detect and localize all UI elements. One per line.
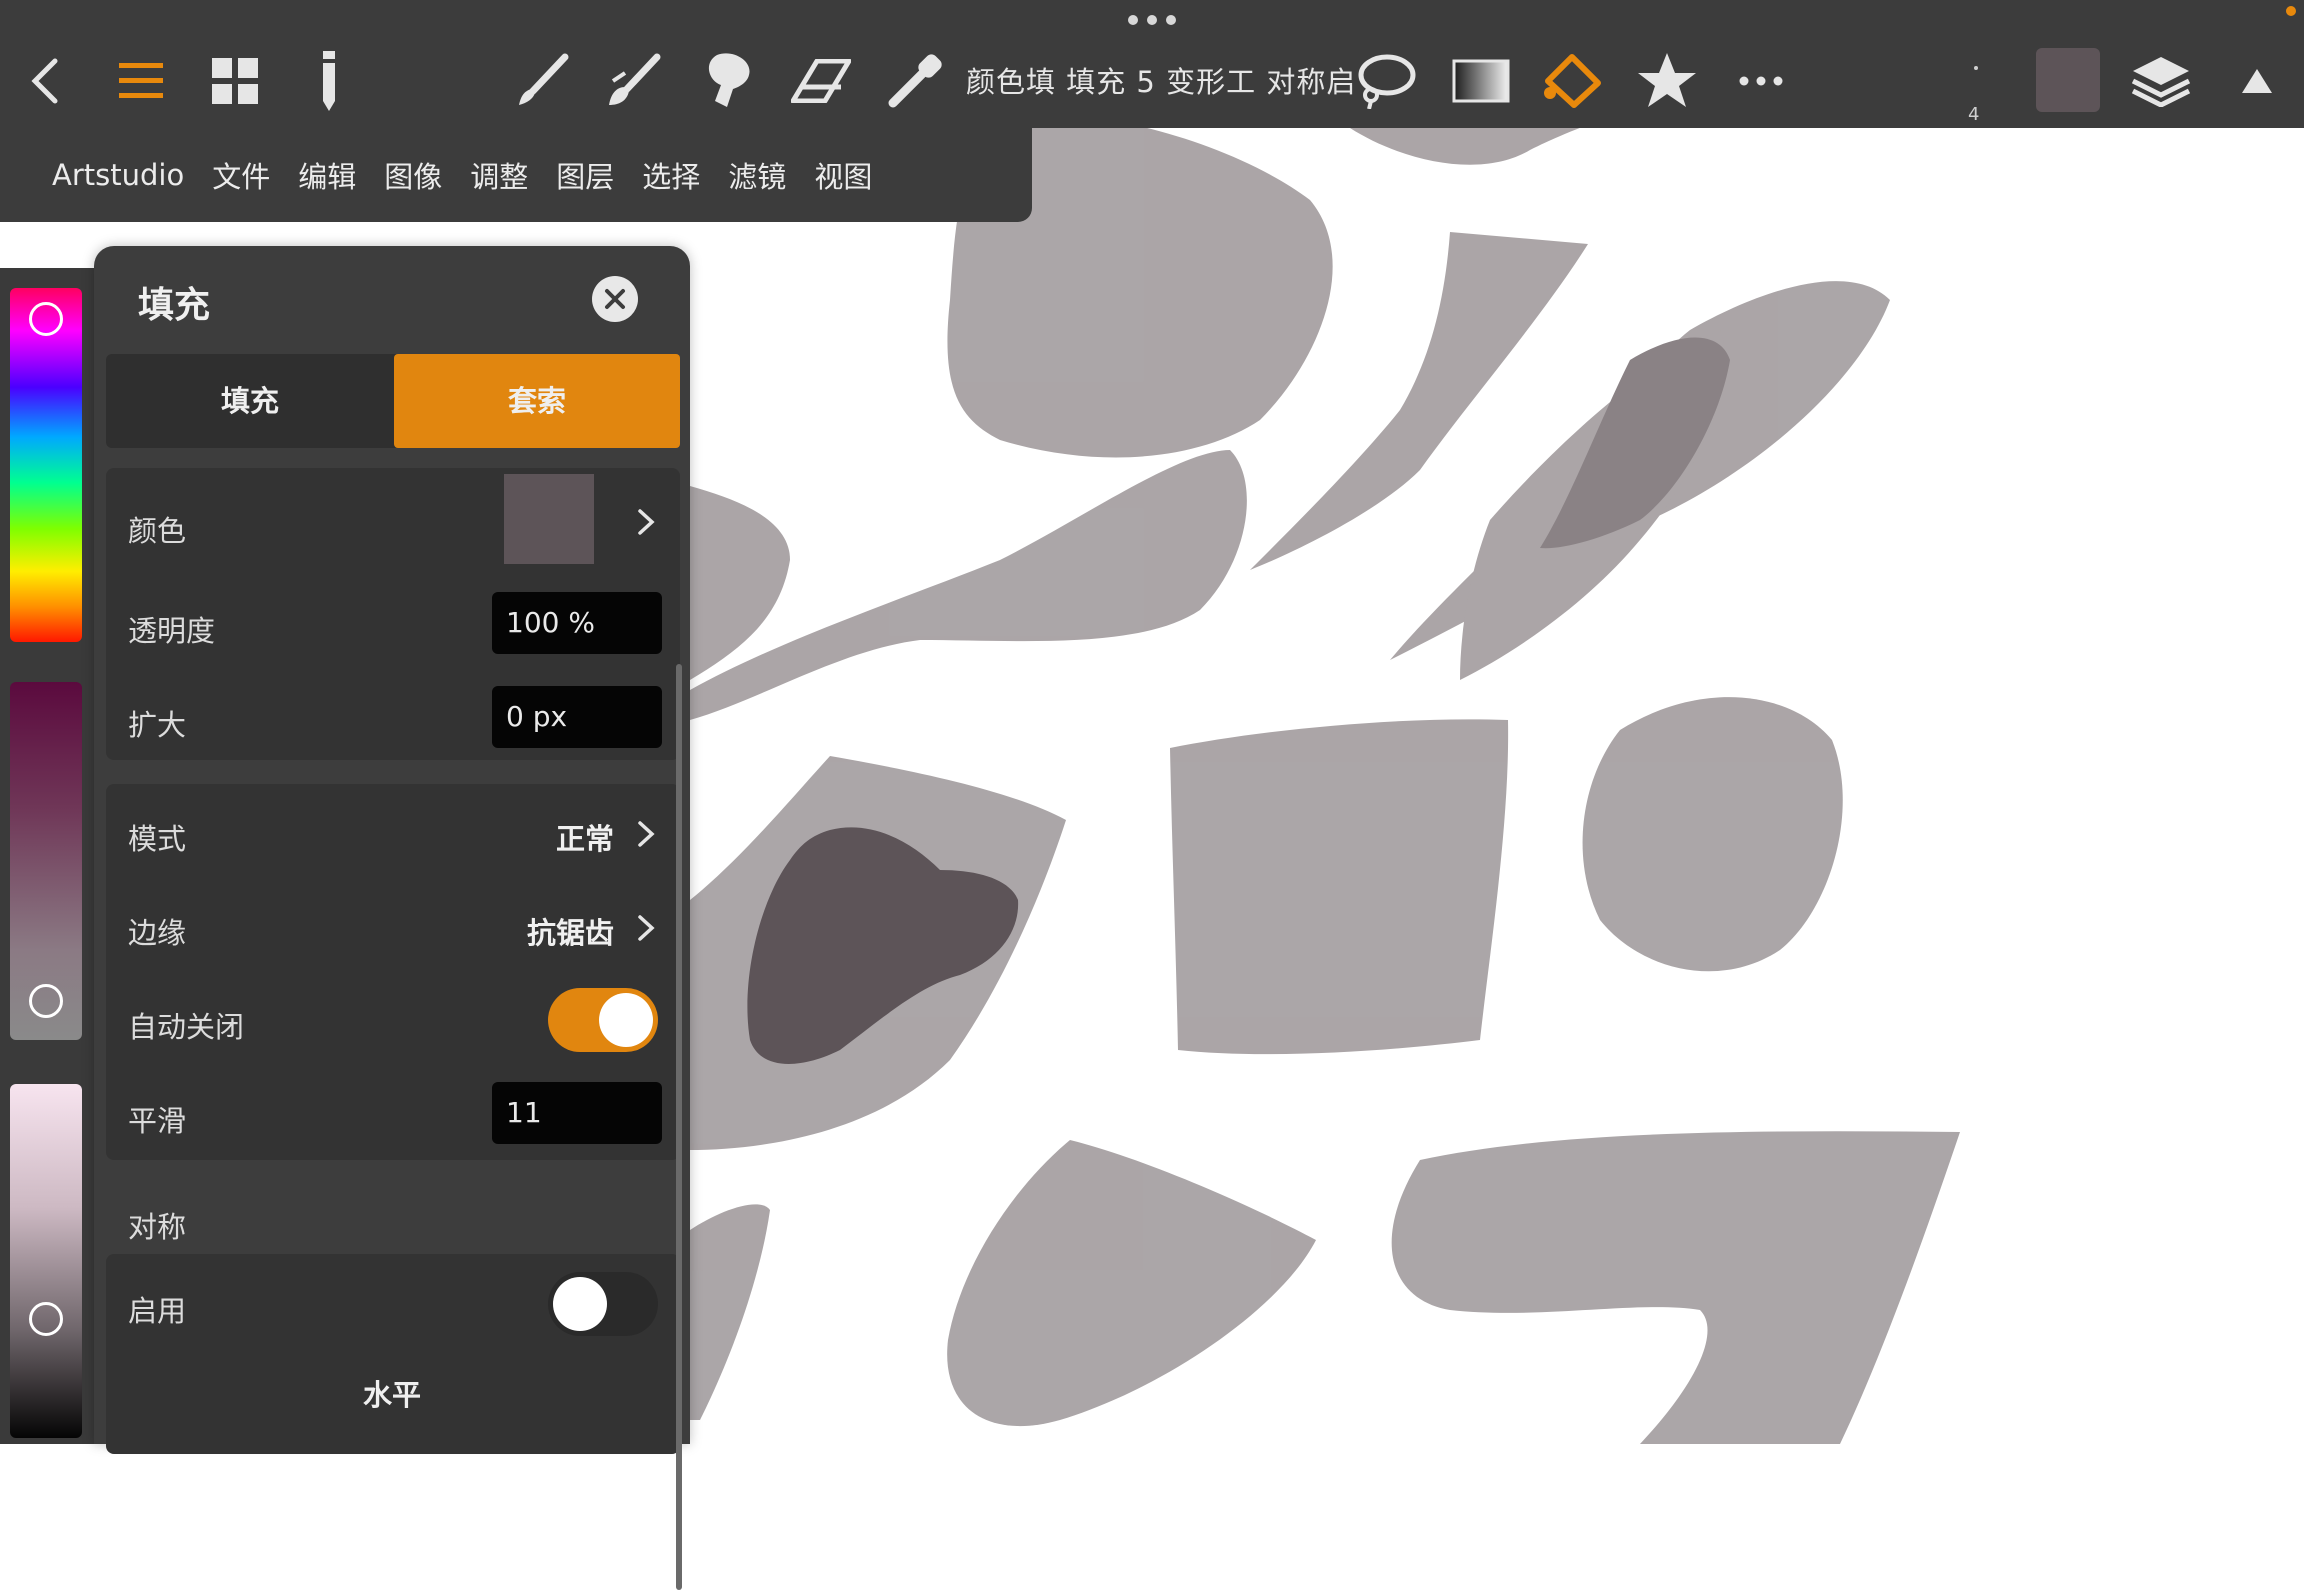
eyedropper-icon[interactable] [884, 50, 946, 112]
quick-tool-labels[interactable]: 颜色填 填充 5 变形工 对称启 [966, 60, 1356, 104]
menu-item-file[interactable]: 文件 [212, 154, 270, 196]
edge-value[interactable]: 抗锯齿 [527, 910, 614, 952]
menu-item-edit[interactable]: 编辑 [298, 154, 356, 196]
lasso-icon[interactable] [1356, 50, 1418, 112]
gradient-icon[interactable] [1450, 50, 1512, 112]
panel-scrollbar[interactable] [676, 664, 682, 1590]
chevron-right-icon[interactable] [632, 508, 660, 536]
chevron-right-icon[interactable] [632, 820, 660, 848]
saturation-knob[interactable] [29, 984, 63, 1018]
menu-item-view[interactable]: 视图 [814, 154, 872, 196]
star-icon[interactable] [1636, 50, 1698, 112]
menu-item-select[interactable]: 选择 [642, 154, 700, 196]
tab-fill[interactable]: 填充 [106, 354, 394, 448]
enable-label: 启用 [128, 1294, 187, 1328]
grid-icon[interactable] [204, 50, 266, 112]
window-handle-icon[interactable] [1128, 14, 1176, 26]
color-label: 颜色 [128, 514, 187, 548]
shape-square [1170, 719, 1509, 1055]
more-icon[interactable] [1730, 50, 1792, 112]
autoclose-label: 自动关闭 [128, 1010, 245, 1044]
smooth-field[interactable]: 11 [492, 1082, 662, 1144]
autoclose-toggle[interactable] [548, 988, 658, 1052]
top-toolbar: 颜色填 填充 5 变形工 对称启 4 [0, 0, 2304, 128]
tab-lasso[interactable]: 套索 [394, 354, 680, 448]
status-dot-icon [2286, 6, 2296, 16]
fill-panel: 填充 填充 套索 颜色 透明度 100 % 扩大 0 px 模式 正常 边缘 抗… [94, 246, 690, 1590]
symmetry-group: 启用 [106, 1254, 680, 1454]
hue-slider[interactable] [10, 288, 82, 642]
symmetry-section-label: 对称 [128, 1210, 187, 1244]
expand-label: 扩大 [128, 708, 187, 742]
mode-label: 模式 [128, 822, 187, 856]
horizontal-option[interactable]: 水平 [94, 1372, 690, 1414]
lasso-settings-group: 模式 正常 边缘 抗锯齿 自动关闭 平滑 11 [106, 784, 680, 1160]
brightness-slider[interactable] [10, 1084, 82, 1438]
stamp-icon[interactable] [696, 50, 758, 112]
brightness-knob[interactable] [29, 1302, 63, 1336]
pen-icon[interactable] [298, 50, 360, 112]
fill-color-swatch[interactable] [504, 474, 594, 564]
smudge-brush-icon[interactable] [602, 50, 664, 112]
menu-item-image[interactable]: 图像 [384, 154, 442, 196]
opacity-field[interactable]: 100 % [492, 592, 662, 654]
chevron-right-icon[interactable] [632, 914, 660, 942]
eraser-icon[interactable] [790, 50, 852, 112]
opacity-label: 透明度 [128, 614, 216, 648]
close-button[interactable] [592, 276, 638, 322]
symmetry-enable-toggle[interactable] [548, 1272, 658, 1336]
panel-title: 填充 [138, 285, 211, 326]
menu-icon[interactable] [110, 50, 172, 112]
layer-indicator-dot [1974, 66, 1978, 70]
smooth-label: 平滑 [128, 1104, 187, 1138]
back-icon[interactable] [14, 50, 76, 112]
menu-item-filters[interactable]: 滤镜 [728, 154, 786, 196]
collapse-icon[interactable] [2226, 50, 2288, 112]
layer-count: 4 [1968, 104, 1980, 125]
menu-item-layers[interactable]: 图层 [556, 154, 614, 196]
menu-item-adjust[interactable]: 调整 [470, 154, 528, 196]
fill-bucket-icon[interactable] [1542, 50, 1604, 112]
fill-mode-tabs: 填充 套索 [106, 354, 680, 448]
hue-knob[interactable] [29, 302, 63, 336]
layers-icon[interactable] [2130, 50, 2192, 112]
close-icon [605, 289, 625, 309]
menu-item-artstudio[interactable]: Artstudio [52, 158, 184, 192]
mode-value[interactable]: 正常 [556, 816, 614, 858]
edge-label: 边缘 [128, 916, 187, 950]
current-color-swatch[interactable] [2036, 48, 2100, 112]
brush-icon[interactable] [510, 50, 572, 112]
menu-bar: Artstudio 文件 编辑 图像 调整 图层 选择 滤镜 视图 [0, 128, 1032, 222]
expand-field[interactable]: 0 px [492, 686, 662, 748]
fill-settings-group: 颜色 透明度 100 % 扩大 0 px [106, 468, 680, 760]
